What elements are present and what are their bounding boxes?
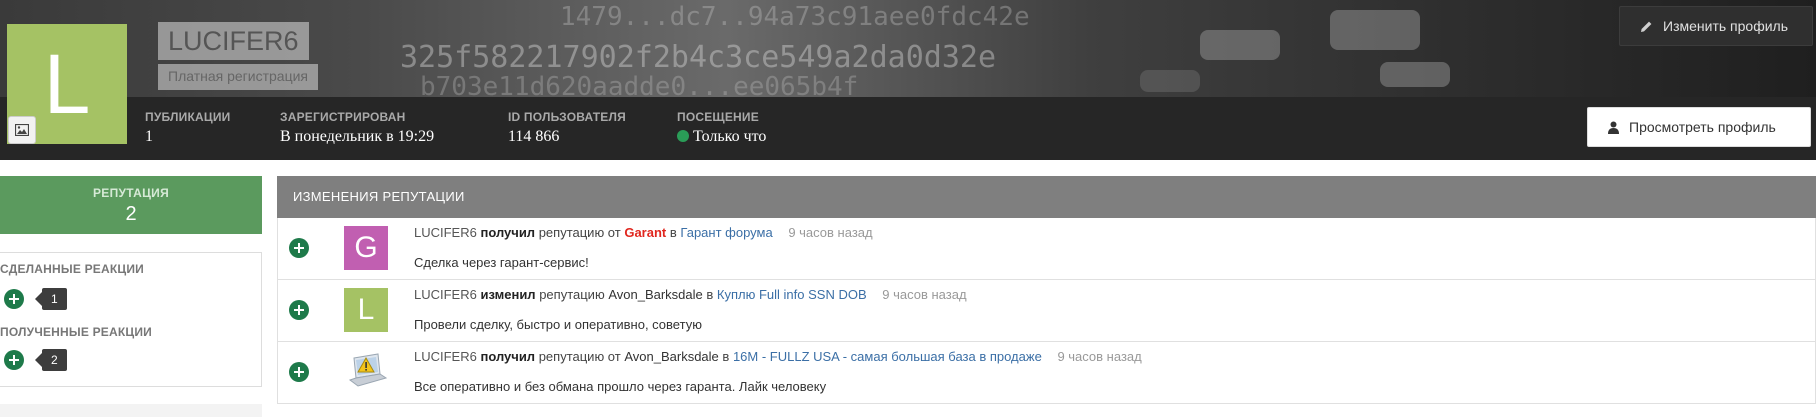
timestamp: 9 часов назад — [882, 287, 967, 302]
last-visit-value: Только что — [693, 128, 767, 145]
action-verb: изменил — [480, 287, 536, 302]
stat-registered: ЗАРЕГИСТРИРОВАН В понедельник в 19:29 — [280, 110, 434, 146]
cover-text-line: b703e11d620aadde0...ee065b4f — [420, 72, 859, 97]
view-profile-label: Просмотреть профиль — [1629, 119, 1776, 135]
username-link[interactable]: LUCIFER6 — [414, 287, 477, 302]
actor-link[interactable]: Avon_Barksdale — [608, 287, 702, 302]
stat-user-id: ID ПОЛЬЗОВАТЕЛЯ 114 866 — [508, 110, 626, 146]
reputation-comment: Все оперативно и без обмана прошло через… — [414, 379, 827, 394]
avatar[interactable]: G — [344, 226, 388, 270]
sidebar-next-panel — [0, 404, 262, 417]
stat-value: В понедельник в 19:29 — [280, 128, 435, 145]
topic-link[interactable]: Куплю Full info SSN DOB — [717, 287, 867, 302]
user-group: Платная регистрация — [168, 68, 309, 84]
reputation-comment: Сделка через гарант-сервис! — [414, 255, 589, 270]
stat-value: 1 — [145, 128, 153, 145]
reputation-summary: LUCIFER6 изменил репутацию Avon_Barksdal… — [414, 287, 967, 302]
username-link[interactable]: LUCIFER6 — [414, 349, 477, 364]
profile-info-bar — [0, 97, 1816, 160]
view-profile-button[interactable]: Просмотреть профиль — [1587, 107, 1811, 147]
action-text: репутацию — [539, 287, 605, 302]
online-indicator-icon — [677, 130, 689, 142]
topic-link[interactable]: Гарант форума — [680, 225, 772, 240]
change-photo-button[interactable] — [8, 116, 36, 144]
stat-value: 114 866 — [508, 128, 560, 145]
reactions-panel: СДЕЛАННЫЕ РЕАКЦИИ 1 ПОЛУЧЕННЫЕ РЕАКЦИИ 2 — [0, 252, 262, 387]
received-reactions-title: ПОЛУЧЕННЫЕ РЕАКЦИИ — [0, 325, 153, 339]
stat-label: ПУБЛИКАЦИИ — [145, 110, 231, 124]
edit-profile-label: Изменить профиль — [1663, 18, 1788, 34]
cover-text-line: 1479...dc7..94a73c91aee0fdc42e — [560, 2, 1030, 32]
usergroup-container: Платная регистрация — [158, 64, 319, 90]
cover-blur — [1140, 70, 1200, 92]
positive-rep-icon — [289, 238, 309, 258]
plus-icon — [4, 289, 24, 309]
edit-profile-button[interactable]: Изменить профиль — [1619, 6, 1813, 46]
avatar[interactable]: L — [344, 288, 388, 332]
username-link[interactable]: LUCIFER6 — [414, 225, 477, 240]
reputation-changes-title: ИЗМЕНЕНИЯ РЕПУТАЦИИ — [277, 176, 1816, 218]
laptop-warning-icon[interactable] — [344, 350, 388, 394]
stat-label: ЗАРЕГИСТРИРОВАН — [280, 110, 406, 124]
image-icon — [15, 124, 29, 136]
stat-posts: ПУБЛИКАЦИИ 1 — [145, 110, 230, 146]
reputation-summary: LUCIFER6 получил репутацию от Garant в Г… — [414, 225, 873, 240]
pencil-icon — [1640, 20, 1653, 33]
reputation-label: РЕПУТАЦИЯ — [92, 186, 170, 200]
timestamp: 9 часов назад — [788, 225, 873, 240]
reputation-box: РЕПУТАЦИЯ 2 — [0, 176, 262, 234]
username: LUCIFER6 — [168, 26, 299, 56]
topic-link[interactable]: 16M - FULLZ USA - самая большая база в п… — [733, 349, 1042, 364]
in-text: в — [722, 349, 730, 364]
timestamp: 9 часов назад — [1057, 349, 1142, 364]
in-text: в — [706, 287, 714, 302]
received-reactions-count: 2 — [35, 349, 67, 371]
cover-text-line: 325f582217902f2b4c3ce549a2da0d32e — [400, 40, 997, 75]
stat-last-visit: ПОСЕЩЕНИЕ Только что — [677, 110, 766, 146]
reputation-item: LUCIFER6 получил репутацию от Avon_Barks… — [277, 342, 1816, 404]
stat-label: ID ПОЛЬЗОВАТЕЛЯ — [508, 110, 626, 124]
reputation-summary: LUCIFER6 получил репутацию от Avon_Barks… — [414, 349, 1142, 364]
reputation-changes-panel: ИЗМЕНЕНИЯ РЕПУТАЦИИ G LUCIFER6 получил р… — [277, 176, 1816, 406]
actor-link[interactable]: Garant — [624, 225, 666, 240]
username-container: LUCIFER6 — [158, 22, 309, 60]
given-reactions-row[interactable]: 1 — [4, 288, 67, 310]
stat-label: ПОСЕЩЕНИЕ — [677, 110, 759, 124]
actor-link[interactable]: Avon_Barksdale — [624, 349, 718, 364]
given-reactions-title: СДЕЛАННЫЕ РЕАКЦИИ — [0, 262, 144, 276]
profile-header: 1479...dc7..94a73c91aee0fdc42e 325f58221… — [0, 0, 1816, 160]
reputation-item: G LUCIFER6 получил репутацию от Garant в… — [277, 218, 1816, 280]
plus-icon — [4, 350, 24, 370]
cover-blur — [1200, 30, 1280, 60]
action-text: репутацию от — [538, 225, 621, 240]
reputation-item: L LUCIFER6 изменил репутацию Avon_Barksd… — [277, 280, 1816, 342]
reputation-comment: Провели сделку, быстро и оперативно, сов… — [414, 317, 702, 332]
received-reactions-row[interactable]: 2 — [4, 349, 67, 371]
cover-blur — [1330, 10, 1420, 50]
positive-rep-icon — [289, 362, 309, 382]
reputation-value: 2 — [125, 203, 137, 225]
positive-rep-icon — [289, 300, 309, 320]
user-icon — [1608, 121, 1619, 134]
action-text: репутацию от — [538, 349, 621, 364]
stat-value: Только что — [677, 128, 766, 146]
cover-blur — [1380, 62, 1450, 87]
action-verb: получил — [480, 225, 536, 240]
in-text: в — [669, 225, 677, 240]
action-verb: получил — [480, 349, 536, 364]
given-reactions-count: 1 — [35, 288, 67, 310]
